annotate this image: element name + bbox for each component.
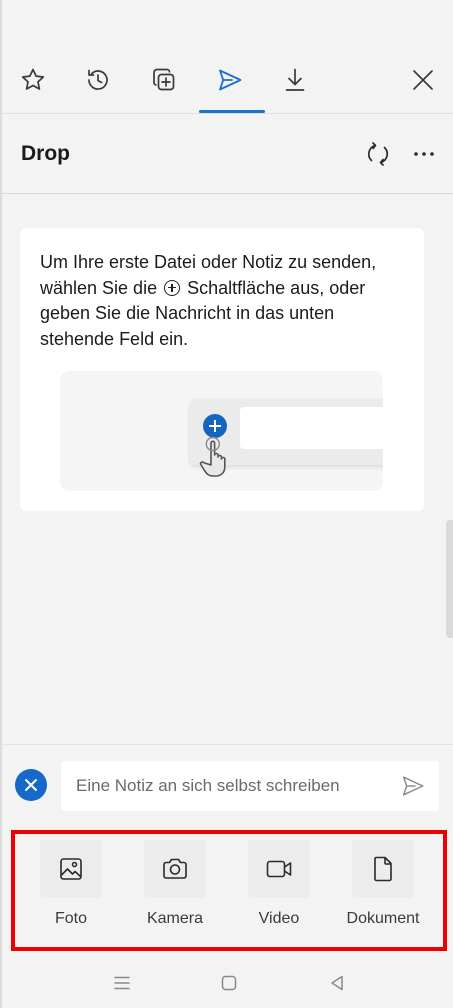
back-button[interactable] xyxy=(322,968,352,998)
tab-collections[interactable] xyxy=(144,46,184,114)
illustration-panel xyxy=(190,399,383,477)
send-icon xyxy=(402,776,424,796)
document-icon xyxy=(374,856,392,882)
add-circle-icon xyxy=(164,279,181,296)
attach-camera-icon-box xyxy=(144,840,206,898)
send-icon xyxy=(219,69,242,91)
tab-downloads[interactable] xyxy=(275,46,315,114)
attach-document-button[interactable]: Dokument xyxy=(333,826,433,958)
video-icon xyxy=(266,860,292,878)
camera-icon xyxy=(163,858,187,879)
welcome-message: Um Ihre erste Datei oder Notiz zu senden… xyxy=(40,250,410,352)
attach-video-button[interactable]: Video xyxy=(229,826,329,958)
sync-button[interactable] xyxy=(362,138,394,170)
attach-document-label: Dokument xyxy=(346,910,420,927)
note-input-bar xyxy=(2,744,453,826)
tab-bar xyxy=(2,46,453,114)
more-options-button[interactable] xyxy=(408,138,440,170)
attach-photo-button[interactable]: Foto xyxy=(21,826,121,958)
tab-drop[interactable] xyxy=(210,46,250,114)
attach-photo-label: Foto xyxy=(54,910,87,927)
more-icon xyxy=(414,152,434,156)
attach-video-icon-box xyxy=(248,840,310,898)
welcome-illustration xyxy=(60,371,383,491)
send-button[interactable] xyxy=(397,771,429,801)
close-attachments-button[interactable] xyxy=(15,769,47,801)
home-button[interactable] xyxy=(214,968,244,998)
attach-camera-label: Kamera xyxy=(146,910,204,927)
menu-lines-icon xyxy=(114,976,130,990)
sync-icon xyxy=(367,142,389,166)
attach-video-label: Video xyxy=(258,910,300,927)
illustration-field xyxy=(240,407,383,449)
image-icon xyxy=(60,858,82,880)
home-square-icon xyxy=(221,975,237,991)
tab-history[interactable] xyxy=(78,46,118,114)
tab-favorites[interactable] xyxy=(13,46,53,114)
star-icon xyxy=(21,68,45,90)
close-panel-button[interactable] xyxy=(403,46,443,114)
back-triangle-icon xyxy=(331,975,343,991)
note-input[interactable] xyxy=(76,761,386,811)
history-icon xyxy=(88,69,108,90)
close-icon xyxy=(25,779,37,791)
attach-photo-icon-box xyxy=(40,840,102,898)
active-tab-indicator xyxy=(199,110,265,113)
attachment-options: Foto Kamera Video Dokument xyxy=(2,826,453,958)
recent-apps-button[interactable] xyxy=(107,968,137,998)
download-icon xyxy=(285,68,305,91)
scrollbar-thumb[interactable] xyxy=(446,520,453,638)
page-title: Drop xyxy=(21,142,70,165)
panel-header: Drop xyxy=(2,114,453,194)
hand-pointer-icon xyxy=(199,436,226,477)
system-nav-bar xyxy=(2,958,453,1008)
attach-camera-button[interactable]: Kamera xyxy=(125,826,225,958)
close-icon xyxy=(413,70,433,90)
collections-icon xyxy=(153,68,175,91)
attach-document-icon-box xyxy=(352,840,414,898)
welcome-card: Um Ihre erste Datei oder Notiz zu senden… xyxy=(20,228,424,511)
note-field xyxy=(61,761,439,811)
